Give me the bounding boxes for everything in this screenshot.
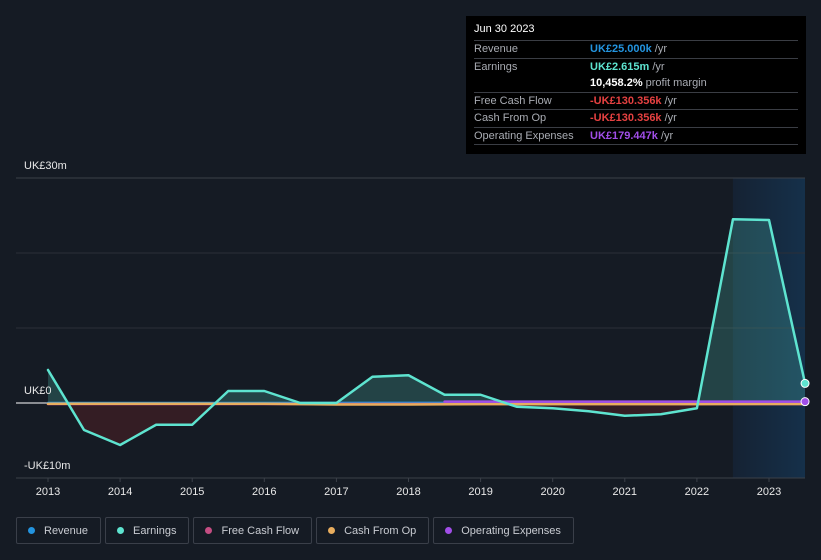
x-tick-label: 2017 (324, 486, 348, 498)
legend-label: Cash From Op (344, 524, 417, 537)
tooltip-label: Cash From Op (474, 112, 547, 125)
tooltip-label: Free Cash Flow (474, 94, 552, 107)
tooltip-value: UK£2.615m (590, 60, 650, 73)
y-tick-label-top: UK£30m (24, 160, 67, 172)
tooltip-unit: /yr (654, 43, 668, 56)
cash-from-op-dot-icon (328, 527, 336, 534)
earnings-dot-icon (117, 527, 125, 534)
tooltip-row-cash-from-op: Cash From Op -UK£130.356k /yr (474, 109, 798, 127)
free-cash-flow-dot-icon (205, 527, 213, 534)
y-tick-label-zero: UK£0 (24, 385, 52, 397)
legend-label: Free Cash Flow (221, 524, 300, 537)
tooltip-row-revenue: Revenue UK£25.000k /yr (474, 40, 798, 58)
tooltip-row-earnings: Earnings UK£2.615m /yr (474, 57, 798, 76)
tooltip-divider (474, 144, 798, 145)
operating-expenses-dot-icon (445, 527, 453, 534)
x-tick-label: 2018 (396, 486, 420, 498)
x-tick-label: 2022 (685, 486, 709, 498)
legend-label: Earnings (133, 524, 177, 537)
legend-item-free-cash-flow[interactable]: Free Cash Flow (193, 517, 313, 544)
tooltip: Jun 30 2023 Revenue UK£25.000k /yr Earni… (466, 16, 806, 154)
legend-item-revenue[interactable]: Revenue (16, 517, 102, 544)
tooltip-unit: /yr (660, 129, 674, 142)
tooltip-label: Earnings (474, 60, 518, 73)
tooltip-row-operating-expenses: Operating Expenses UK£179.447k /yr (474, 126, 798, 145)
x-tick-label: 2019 (468, 486, 492, 498)
tooltip-label: Revenue (474, 43, 519, 56)
tooltip-value: -UK£130.356k (590, 94, 662, 107)
x-tick-label: 2021 (613, 486, 637, 498)
tooltip-unit: /yr (652, 60, 665, 73)
x-tick-label: 2023 (757, 486, 781, 498)
tooltip-unit: profit margin (645, 77, 707, 90)
tooltip-unit: /yr (664, 94, 677, 107)
tooltip-value: UK£179.447k (590, 129, 658, 142)
operating-expenses-end-marker (800, 397, 810, 407)
earnings-end-marker (800, 378, 810, 388)
x-tick-label: 2015 (180, 486, 204, 498)
legend-item-cash-from-op[interactable]: Cash From Op (316, 517, 430, 544)
tooltip-date: Jun 30 2023 (474, 23, 535, 35)
tooltip-unit: /yr (664, 112, 677, 125)
x-tick-label: 2020 (540, 486, 564, 498)
tooltip-row-free-cash-flow: Free Cash Flow -UK£130.356k /yr (474, 91, 798, 110)
legend-label: Revenue (44, 524, 89, 537)
x-tick-label: 2016 (252, 486, 276, 498)
tooltip-label: Operating Expenses (474, 129, 574, 142)
tooltip-value: UK£25.000k (590, 43, 652, 56)
revenue-dot-icon (28, 527, 35, 534)
legend-label: Operating Expenses (461, 524, 561, 537)
tooltip-value: 10,458.2% (590, 77, 643, 90)
series-line-cash-from-op (46, 402, 807, 406)
tooltip-value: -UK£130.356k (590, 112, 662, 125)
legend-item-earnings[interactable]: Earnings (105, 517, 190, 544)
tooltip-row-profit-margin: 10,458.2% profit margin (474, 75, 798, 92)
legend: Revenue Earnings Free Cash Flow Cash Fro… (16, 517, 574, 544)
legend-item-operating-expenses[interactable]: Operating Expenses (433, 517, 574, 544)
x-tick-label: 2013 (36, 486, 60, 498)
y-tick-label-bottom: -UK£10m (24, 460, 71, 472)
x-tick-label: 2014 (108, 486, 132, 498)
